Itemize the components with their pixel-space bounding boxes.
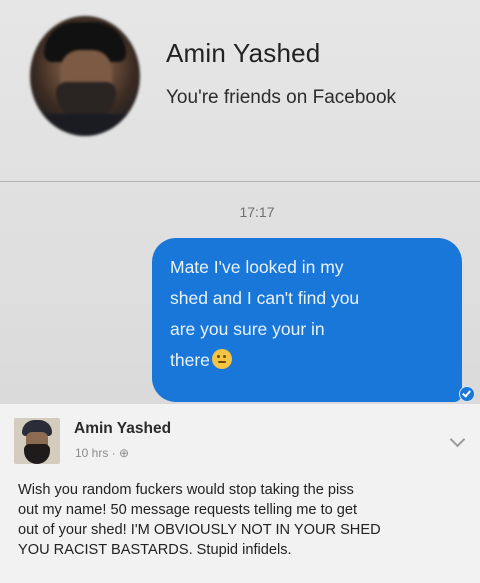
sent-message-bubble[interactable]: Mate I've looked in my shed and I can't … — [152, 238, 462, 402]
message-line-text: there — [170, 350, 210, 370]
seen-check-icon — [459, 386, 475, 402]
chevron-down-icon[interactable] — [449, 431, 466, 448]
post-author-avatar[interactable] — [14, 418, 60, 464]
profile-name[interactable]: Amin Yashed — [166, 38, 320, 69]
friends-status: You're friends on Facebook — [166, 87, 397, 108]
post-author-name[interactable]: Amin Yashed — [74, 420, 171, 438]
post-line: out my name! 50 message requests telling… — [18, 502, 358, 518]
post-line: out of your shed! I'M OBVIOUSLY NOT IN Y… — [18, 522, 381, 538]
header-divider — [0, 181, 480, 182]
avatar-shoulders — [30, 114, 140, 136]
message-line-last: there — [170, 345, 448, 376]
messenger-screen: Amin Yashed You're friends on Facebook 1… — [0, 0, 480, 583]
post-timestamp: 10 hrs · ⊕ — [75, 446, 129, 460]
globe-icon: ⊕ — [119, 446, 130, 460]
profile-avatar[interactable] — [30, 16, 140, 136]
post-line: Wish you random fuckers would stop takin… — [18, 482, 354, 498]
message-line: are you sure your in — [170, 319, 325, 339]
avatar-beard — [24, 444, 50, 464]
message-line: shed and I can't find you — [170, 288, 360, 308]
message-timestamp: 17:17 — [239, 204, 275, 220]
profile-header: Amin Yashed You're friends on Facebook — [0, 0, 480, 180]
post-time-text: 10 hrs · — [75, 446, 116, 460]
facebook-post: Amin Yashed 10 hrs · ⊕ Wish you random f… — [0, 404, 480, 583]
post-line: YOU RACIST BASTARDS. Stupid infidels. — [18, 542, 292, 558]
thinking-face-icon — [211, 349, 232, 369]
post-body: Wish you random fuckers would stop takin… — [18, 480, 468, 560]
message-line: Mate I've looked in my — [170, 257, 344, 277]
